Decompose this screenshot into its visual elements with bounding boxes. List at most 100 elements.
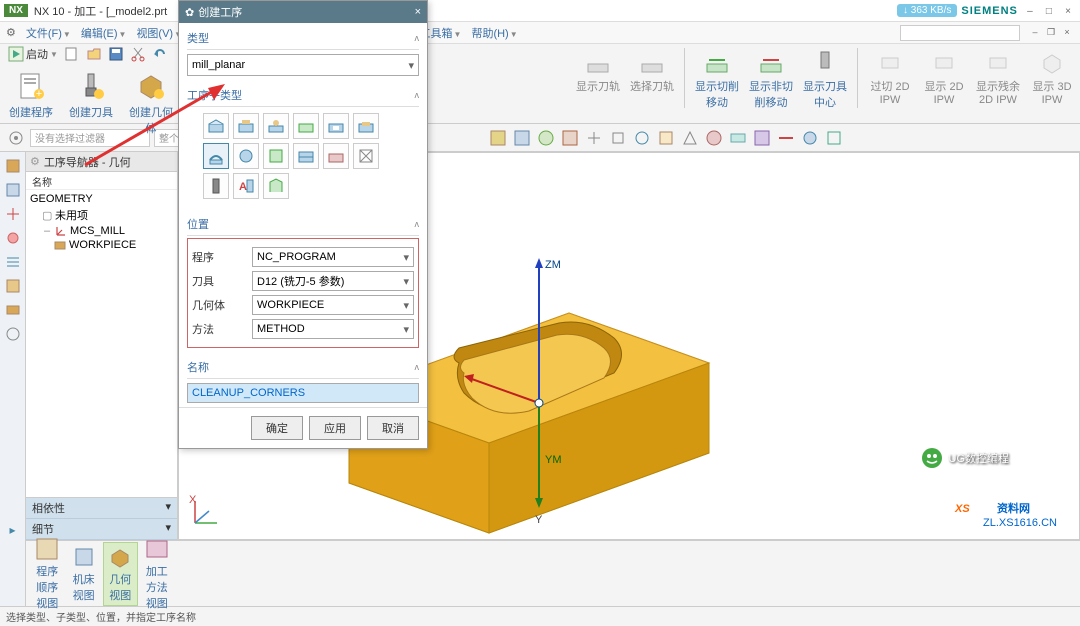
sidebar-icon-3[interactable] bbox=[3, 204, 23, 224]
type-dropdown[interactable]: mill_planar▾ bbox=[187, 54, 419, 76]
tool-dropdown[interactable]: D12 (铣刀-5 参数)▾ bbox=[252, 271, 414, 291]
subtype-14[interactable]: A bbox=[233, 173, 259, 199]
tbico-6[interactable] bbox=[608, 128, 628, 148]
create-tool-button[interactable]: 创建刀具 bbox=[66, 70, 116, 120]
tab-method[interactable]: 加工方法视图 bbox=[140, 535, 174, 613]
sidebar-icon-5[interactable] bbox=[3, 252, 23, 272]
doc-restore[interactable]: ❐ bbox=[1044, 27, 1058, 38]
sidebar-toggle-icon[interactable]: ▸ bbox=[3, 520, 23, 540]
new-icon[interactable] bbox=[64, 46, 80, 62]
subtype-5[interactable] bbox=[323, 113, 349, 139]
method-dropdown[interactable]: METHOD▾ bbox=[252, 319, 414, 339]
open-icon[interactable] bbox=[86, 46, 102, 62]
tbico-3[interactable] bbox=[536, 128, 556, 148]
dialog-close-button[interactable]: × bbox=[415, 6, 421, 18]
tbico-8[interactable] bbox=[656, 128, 676, 148]
ok-button[interactable]: 确定 bbox=[251, 416, 303, 440]
tree-geometry[interactable]: GEOMETRY bbox=[30, 192, 173, 206]
tab-geometry[interactable]: 几何视图 bbox=[103, 542, 138, 606]
create-program-button[interactable]: + 创建程序 bbox=[6, 70, 56, 120]
nav-gear-icon[interactable]: ⚙ bbox=[30, 155, 40, 168]
tbico-7[interactable] bbox=[632, 128, 652, 148]
view-axis-widget[interactable]: X bbox=[185, 493, 225, 533]
menu-help[interactable]: 帮助(H)▼ bbox=[467, 24, 521, 42]
tbico-5[interactable] bbox=[584, 128, 604, 148]
subtype-7[interactable] bbox=[203, 143, 229, 169]
subtype-4[interactable] bbox=[293, 113, 319, 139]
watermark-ug: UG数控编程 bbox=[921, 447, 1010, 469]
create-geometry-button[interactable]: 创建几何体 bbox=[126, 70, 176, 136]
menu-search[interactable] bbox=[900, 25, 1020, 41]
show-toolpath-button[interactable]: 显示刀轨 bbox=[574, 48, 622, 94]
show-toolcenter-button[interactable]: 显示刀具中心 bbox=[801, 48, 849, 110]
maximize-button[interactable]: □ bbox=[1041, 6, 1057, 17]
menu-edit[interactable]: 编辑(E)▼ bbox=[77, 24, 131, 42]
tbico-14[interactable] bbox=[800, 128, 820, 148]
svg-text:A: A bbox=[239, 181, 247, 193]
operation-name-input[interactable] bbox=[187, 383, 419, 403]
svg-text:X: X bbox=[189, 494, 197, 506]
show-cut-button[interactable]: 显示切削移动 bbox=[693, 48, 741, 110]
subtype-15[interactable] bbox=[263, 173, 289, 199]
subtype-1[interactable] bbox=[203, 113, 229, 139]
show-noncut-button[interactable]: 显示非切削移动 bbox=[747, 48, 795, 110]
overcut-2d-button[interactable]: 过切 2D IPW bbox=[866, 48, 914, 106]
subtype-10[interactable] bbox=[293, 143, 319, 169]
tbico-2[interactable] bbox=[512, 128, 532, 148]
menu-file[interactable]: 文件(F)▼ bbox=[22, 24, 75, 42]
subtype-12[interactable] bbox=[353, 143, 379, 169]
tbico-10[interactable] bbox=[704, 128, 724, 148]
subtype-2[interactable] bbox=[233, 113, 259, 139]
tree-unused[interactable]: ▢未用项 bbox=[30, 206, 173, 224]
tree-workpiece[interactable]: WORKPIECE bbox=[30, 238, 173, 252]
tab-program-order[interactable]: 程序顺序视图 bbox=[30, 535, 64, 613]
tbico-11[interactable] bbox=[728, 128, 748, 148]
section-name[interactable]: 名称ʌ bbox=[187, 356, 419, 379]
subtype-8[interactable] bbox=[233, 143, 259, 169]
sidebar-icon-8[interactable] bbox=[3, 324, 23, 344]
tbico-4[interactable] bbox=[560, 128, 580, 148]
show-3d-ipw-button[interactable]: 显示 3D IPW bbox=[1028, 48, 1076, 106]
tbico-9[interactable] bbox=[680, 128, 700, 148]
tree-mcs[interactable]: –MCS_MILL bbox=[30, 224, 173, 238]
tbico-12[interactable] bbox=[752, 128, 772, 148]
tbico-1[interactable] bbox=[488, 128, 508, 148]
nav-dependency-section[interactable]: 相依性▾ bbox=[26, 498, 177, 519]
doc-close[interactable]: × bbox=[1060, 27, 1074, 38]
undo-icon[interactable] bbox=[152, 46, 168, 62]
apply-button[interactable]: 应用 bbox=[309, 416, 361, 440]
subtype-11[interactable] bbox=[323, 143, 349, 169]
cut-icon[interactable] bbox=[130, 46, 146, 62]
doc-minimize[interactable]: – bbox=[1028, 27, 1042, 38]
minimize-button[interactable]: – bbox=[1022, 6, 1038, 17]
menu-gear-icon[interactable]: ⚙ bbox=[6, 26, 16, 39]
sidebar-icon-2[interactable] bbox=[3, 180, 23, 200]
subtype-9[interactable] bbox=[263, 143, 289, 169]
show-2d-ipw-button[interactable]: 显示 2D IPW bbox=[920, 48, 968, 106]
subtype-3[interactable] bbox=[263, 113, 289, 139]
nav-tree[interactable]: GEOMETRY ▢未用项 –MCS_MILL WORKPIECE bbox=[26, 190, 177, 497]
subtype-13[interactable] bbox=[203, 173, 229, 199]
close-button[interactable]: × bbox=[1060, 6, 1076, 17]
save-icon[interactable] bbox=[108, 46, 124, 62]
tab-machine[interactable]: 机床视图 bbox=[66, 543, 100, 605]
sidebar-nav-icon[interactable] bbox=[3, 156, 23, 176]
start-button[interactable]: 启动▼ bbox=[8, 46, 58, 62]
geometry-dropdown[interactable]: WORKPIECE▾ bbox=[252, 295, 414, 315]
subtype-6[interactable] bbox=[353, 113, 379, 139]
sidebar-icon-4[interactable] bbox=[3, 228, 23, 248]
select-toolpath-button[interactable]: 选择刀轨 bbox=[628, 48, 676, 94]
tbico-13[interactable] bbox=[776, 128, 796, 148]
show-residual-2d-button[interactable]: 显示残余 2D IPW bbox=[974, 48, 1022, 106]
cancel-button[interactable]: 取消 bbox=[367, 416, 419, 440]
dialog-titlebar[interactable]: ✿ 创建工序 × bbox=[179, 1, 427, 23]
section-subtype[interactable]: 工序子类型ʌ bbox=[187, 84, 419, 107]
tbico-15[interactable] bbox=[824, 128, 844, 148]
section-position[interactable]: 位置ʌ bbox=[187, 213, 419, 236]
watermark-xs: XS 资料网 ZL.XS1616.CN bbox=[953, 490, 1073, 533]
sidebar-icon-6[interactable] bbox=[3, 276, 23, 296]
section-type[interactable]: 类型ʌ bbox=[187, 27, 419, 50]
program-dropdown[interactable]: NC_PROGRAM▾ bbox=[252, 247, 414, 267]
sidebar-icon-7[interactable] bbox=[3, 300, 23, 320]
cog-icon[interactable] bbox=[6, 128, 26, 148]
